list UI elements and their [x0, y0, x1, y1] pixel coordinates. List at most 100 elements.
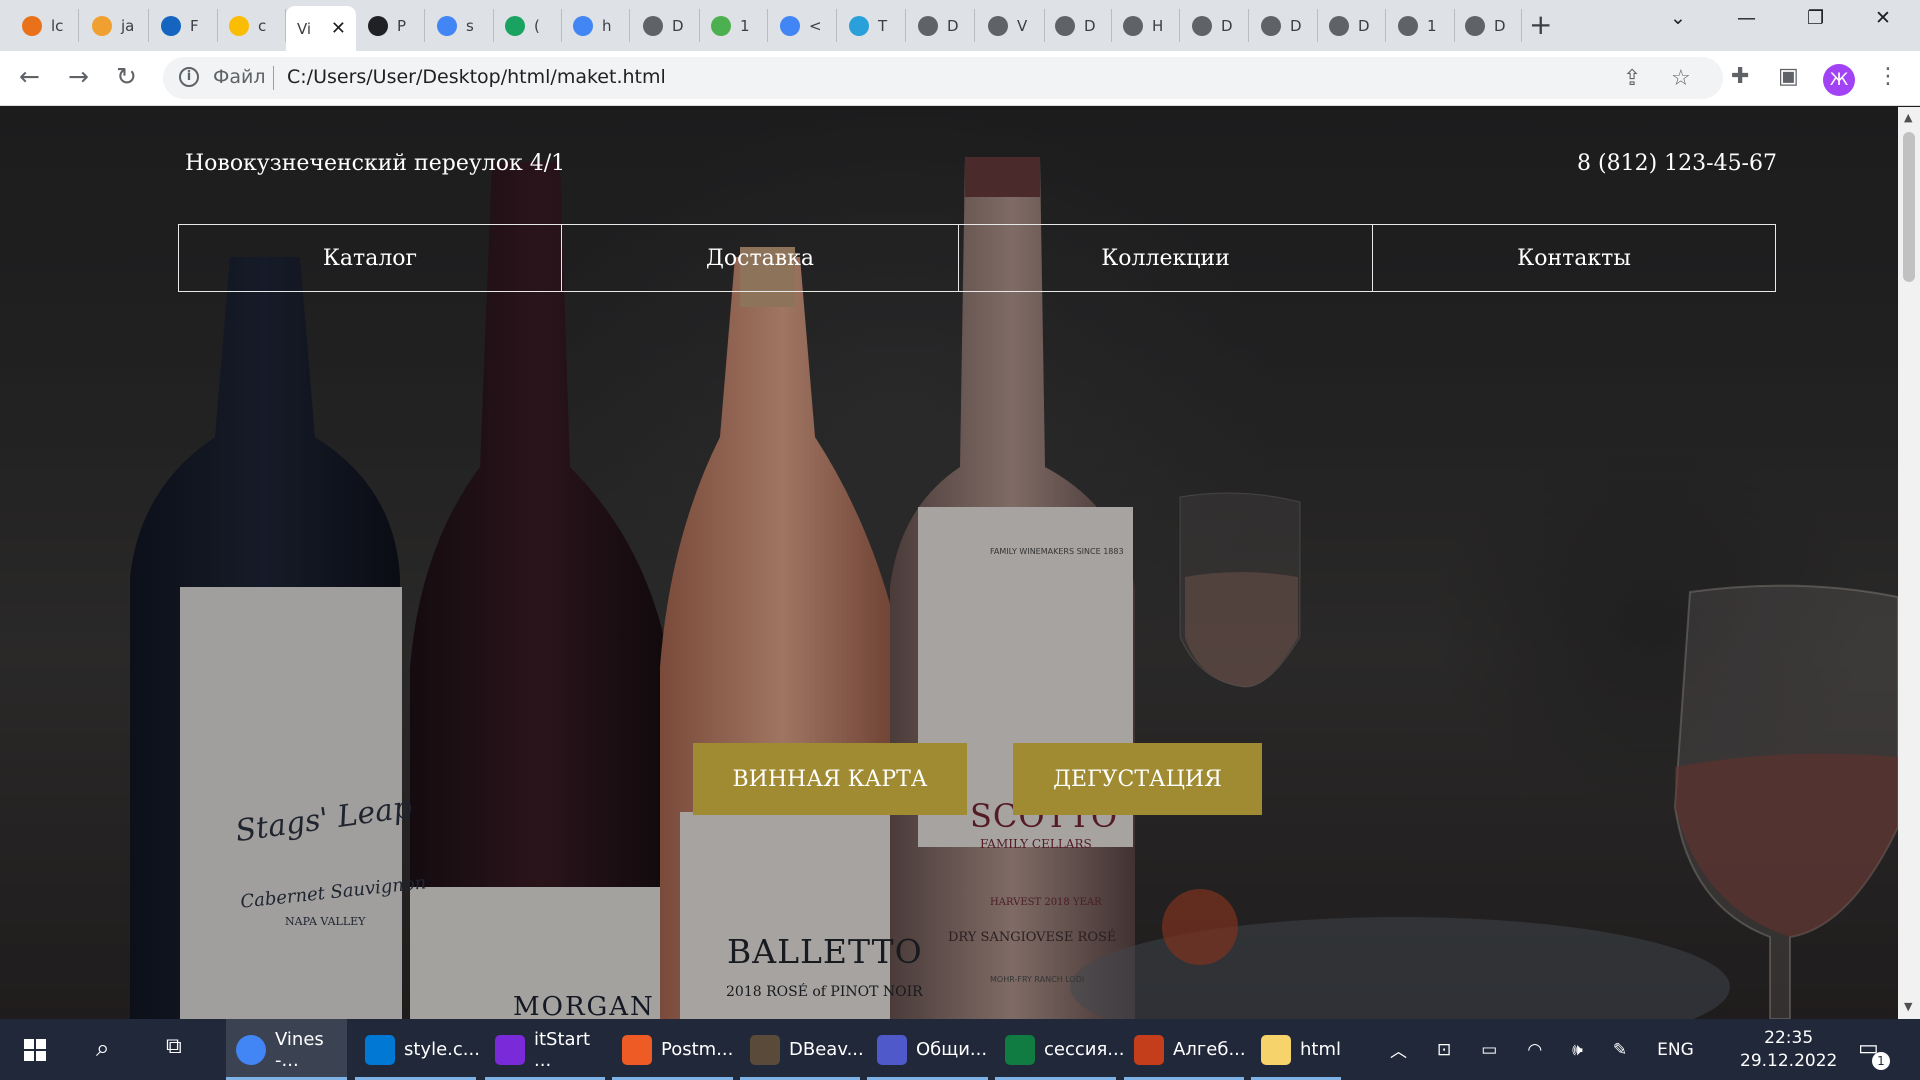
language-indicator[interactable]: ENG [1657, 1040, 1694, 1060]
browser-tab[interactable]: D [907, 9, 975, 42]
taskbar-app-label: itStart ... [534, 1028, 591, 1071]
browser-tab[interactable]: F [150, 9, 218, 42]
tab-title: lc [51, 16, 64, 35]
tab-search-icon[interactable]: ⌄ [1670, 7, 1686, 29]
extensions-icon[interactable]: ✚ [1731, 64, 1749, 89]
browser-tab[interactable]: T [838, 9, 906, 42]
close-window-button[interactable]: ✕ [1875, 7, 1891, 29]
browser-tab[interactable]: 1 [700, 9, 768, 42]
browser-tab[interactable]: D [1250, 9, 1318, 42]
menu-item-collections[interactable]: Коллекции [959, 225, 1373, 291]
tab-title: < [809, 16, 822, 35]
page-scrollbar[interactable]: ▲ ▼ [1898, 107, 1920, 1019]
taskbar-app-icon [1134, 1034, 1164, 1065]
browser-tab[interactable]: D [632, 9, 700, 42]
tab-title: D [1494, 16, 1506, 35]
taskbar-app-label: Алгеб... [1173, 1039, 1246, 1060]
tab-favicon-icon [505, 15, 525, 36]
browser-tab[interactable]: D [1454, 9, 1522, 42]
tab-title: D [1358, 16, 1370, 35]
scroll-down-arrow-icon[interactable]: ▼ [1904, 1000, 1912, 1013]
taskbar-app[interactable]: Общи... [867, 1019, 988, 1080]
profile-avatar[interactable]: Ж [1823, 64, 1855, 96]
share-icon[interactable]: ⇪ [1623, 66, 1641, 91]
tab-title: D [1084, 16, 1096, 35]
tab-favicon-icon [780, 15, 800, 36]
side-panel-icon[interactable]: ▣ [1778, 64, 1799, 89]
site-phone[interactable]: 8 (812) 123-45-67 [1577, 151, 1777, 176]
volume-icon[interactable]: 🕪 [1572, 1040, 1583, 1060]
taskbar-app-label: DBeav... [789, 1039, 864, 1060]
browser-tab[interactable]: V [977, 9, 1045, 42]
tab-favicon-icon [1329, 15, 1349, 36]
tab-title: D [1221, 16, 1233, 35]
tab-favicon-icon [573, 15, 593, 36]
browser-tab[interactable]: P [357, 9, 425, 42]
address-bar[interactable]: i Файл C:/Users/User/Desktop/html/maket.… [163, 57, 1723, 99]
search-icon[interactable]: ⌕ [96, 1034, 109, 1062]
taskbar-app-label: сессия... [1044, 1039, 1125, 1060]
clock-date: 29.12.2022 [1740, 1051, 1838, 1071]
bookmark-star-icon[interactable]: ☆ [1671, 66, 1691, 91]
menu-item-contacts[interactable]: Контакты [1373, 225, 1775, 291]
browser-tab[interactable]: Vi ✕ [286, 6, 356, 51]
browser-tab[interactable]: lc [11, 9, 79, 42]
scroll-up-arrow-icon[interactable]: ▲ [1904, 111, 1912, 124]
menu-item-catalog[interactable]: Каталог [179, 225, 562, 291]
taskbar-app-icon [495, 1034, 525, 1065]
tab-favicon-icon [22, 15, 42, 36]
browser-tab[interactable]: ja [81, 9, 149, 42]
tasting-button[interactable]: ДЕГУСТАЦИЯ [1013, 743, 1262, 815]
restore-button[interactable]: ❐ [1807, 7, 1824, 29]
browser-tab[interactable]: < [769, 9, 837, 42]
browser-tab[interactable]: 1 [1387, 9, 1455, 42]
site-address: Новокузнеченский переулок 4/1 [185, 151, 566, 176]
tray-app-icon[interactable]: ⊡ [1437, 1040, 1451, 1060]
browser-tab[interactable]: H [1112, 9, 1180, 42]
browser-tab[interactable]: h [562, 9, 630, 42]
taskbar-app-icon [750, 1034, 780, 1065]
tab-title: D [672, 16, 684, 35]
tab-title: 1 [1427, 16, 1437, 35]
new-tab-button[interactable]: + [1529, 11, 1552, 39]
taskbar-app[interactable]: DBeav... [740, 1019, 864, 1080]
menu-kebab-icon[interactable]: ⋮ [1877, 64, 1899, 89]
browser-tab[interactable]: ( [494, 9, 562, 42]
tab-close-icon[interactable]: ✕ [331, 18, 346, 39]
taskbar-app-label: html [1300, 1039, 1342, 1060]
minimize-button[interactable]: — [1737, 7, 1756, 29]
menu-item-delivery[interactable]: Доставка [562, 225, 959, 291]
pen-icon[interactable]: ✎ [1613, 1040, 1627, 1060]
reload-button[interactable]: ↻ [116, 63, 137, 91]
address-scheme-label: Файл [213, 66, 266, 88]
tab-favicon-icon [1261, 15, 1281, 36]
site-info-icon[interactable]: i [179, 67, 199, 87]
tab-title: 1 [740, 16, 750, 35]
taskbar-app[interactable]: сессия... [995, 1019, 1124, 1080]
tray-overflow-chevron-icon[interactable]: ︿ [1390, 1037, 1407, 1062]
forward-button[interactable]: → [68, 63, 89, 91]
wine-list-button[interactable]: ВИННАЯ КАРТА [693, 743, 967, 815]
browser-tab[interactable]: D [1181, 9, 1249, 42]
taskbar-app[interactable]: itStart ... [485, 1019, 605, 1080]
browser-tab[interactable]: s [426, 9, 494, 42]
tab-favicon-icon [918, 15, 938, 36]
browser-tab[interactable]: c [218, 9, 286, 42]
back-button[interactable]: ← [19, 63, 40, 91]
taskbar-app[interactable]: style.c... [355, 1019, 480, 1080]
taskbar-app[interactable]: Алгеб... [1124, 1019, 1246, 1080]
task-view-icon[interactable]: ⧉ [166, 1034, 182, 1059]
tab-favicon-icon [1465, 15, 1485, 36]
browser-tab[interactable]: D [1044, 9, 1112, 42]
battery-icon[interactable]: ▭ [1481, 1040, 1497, 1060]
browser-tab[interactable]: D [1318, 9, 1386, 42]
taskbar-app[interactable]: Postm... [612, 1019, 733, 1080]
wifi-icon[interactable]: ◠ [1527, 1040, 1542, 1060]
tab-favicon-icon [1192, 15, 1212, 36]
taskbar-app[interactable]: Vines -... [226, 1019, 347, 1080]
taskbar-app[interactable]: html [1251, 1019, 1341, 1080]
scroll-thumb[interactable] [1903, 132, 1915, 282]
address-url[interactable]: C:/Users/User/Desktop/html/maket.html [287, 66, 666, 88]
windows-start-icon[interactable] [24, 1039, 46, 1061]
system-clock[interactable]: 22:35 29.12.2022 [1740, 1027, 1837, 1073]
